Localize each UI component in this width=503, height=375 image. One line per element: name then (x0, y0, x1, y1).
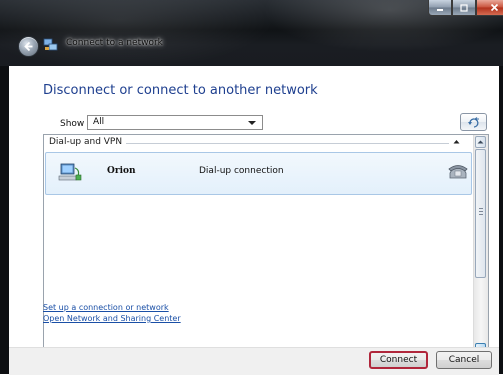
window-border-right (499, 66, 503, 374)
chevron-up-icon (477, 140, 484, 144)
telephone-icon (448, 165, 468, 179)
list-item[interactable]: Orion Dial-up connection (45, 152, 472, 195)
show-label: Show (60, 119, 85, 129)
close-icon (490, 3, 498, 12)
window-border-left (0, 66, 9, 374)
setup-connection-link[interactable]: Set up a connection or network (43, 303, 169, 312)
network-list: Dial-up and VPN Orion Dial-up connection (43, 134, 489, 357)
network-icon (43, 38, 58, 51)
show-dropdown-value: All (93, 117, 105, 127)
scroll-up-button[interactable] (475, 136, 486, 148)
chevron-up-icon[interactable] (453, 139, 460, 144)
chevron-down-icon (248, 121, 256, 125)
title-bar: Connect to a network (0, 0, 503, 66)
refresh-icon (468, 117, 479, 128)
maximize-icon (460, 3, 468, 12)
connect-button[interactable]: Connect (369, 351, 428, 369)
back-arrow-icon (24, 41, 33, 52)
caption-buttons (428, 0, 503, 16)
show-dropdown[interactable]: All (87, 115, 263, 130)
window-title: Connect to a network (66, 38, 163, 48)
back-button[interactable] (18, 36, 39, 57)
minimize-button[interactable] (428, 0, 452, 16)
maximize-button[interactable] (452, 0, 476, 16)
list-scrollbar[interactable] (473, 135, 488, 356)
cancel-button[interactable]: Cancel (436, 351, 492, 369)
dialog-footer: Connect Cancel (9, 347, 499, 375)
connection-type: Dial-up connection (199, 166, 284, 176)
network-sharing-center-link[interactable]: Open Network and Sharing Center (43, 314, 181, 323)
dialog-body: Disconnect or connect to another network… (9, 66, 499, 357)
group-divider (126, 143, 449, 144)
refresh-button[interactable] (460, 113, 487, 131)
scroll-thumb[interactable] (475, 149, 486, 278)
group-header-label: Dial-up and VPN (49, 137, 123, 147)
group-header-dialup-vpn[interactable]: Dial-up and VPN (44, 135, 474, 150)
connection-name: Orion (107, 166, 136, 176)
minimize-icon (437, 8, 443, 11)
close-button[interactable] (476, 0, 503, 16)
scroll-grip-icon (479, 208, 483, 217)
page-title: Disconnect or connect to another network (43, 83, 318, 98)
dialup-computer-icon (58, 163, 82, 181)
